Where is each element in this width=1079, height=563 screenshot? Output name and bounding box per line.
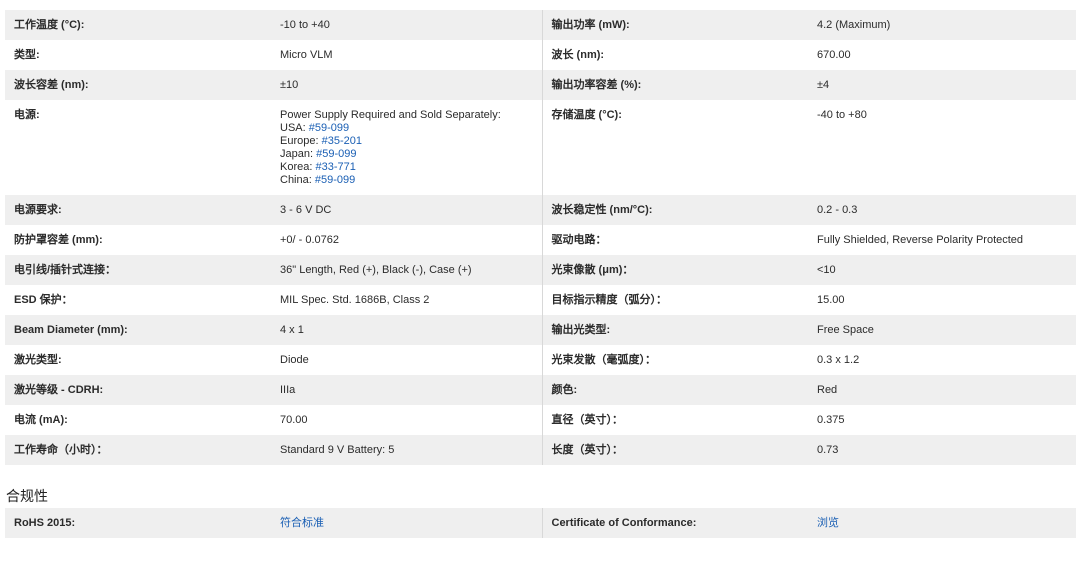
power-supply-link[interactable]: #59-099 — [315, 174, 355, 186]
spec-row: 激光等级 - CDRH: IIIa 颜色: Red — [5, 375, 1076, 405]
spec-row: Beam Diameter (mm): 4 x 1 输出光类型: Free Space — [5, 315, 1076, 345]
spec-label: 光束像散 (μm)： — [541, 255, 808, 285]
spec-row: 激光类型: Diode 光束发散（毫弧度）： 0.3 x 1.2 — [5, 345, 1076, 375]
power-supply-region: Korea: — [280, 161, 313, 173]
power-supply-link[interactable]: #59-099 — [309, 122, 349, 134]
power-supply-link[interactable]: #35-201 — [322, 135, 362, 147]
rohs-label: RoHS 2015: — [5, 508, 271, 538]
spec-value: Fully Shielded, Reverse Polarity Protect… — [808, 225, 1076, 255]
certificate-label: Certificate of Conformance: — [541, 508, 808, 538]
power-supply-link[interactable]: #59-099 — [316, 148, 356, 160]
power-supply-line: Europe: #35-201 — [280, 135, 542, 148]
spec-table: 工作温度 (°C): -10 to +40 输出功率 (mW): 4.2 (Maxim… — [5, 10, 1076, 465]
spec-label: 电引线/插针式连接： — [5, 255, 271, 285]
spec-value: 36" Length, Red (+), Black (-), Case (+) — [271, 255, 542, 285]
power-supply-line: Korea: #33-771 — [280, 161, 542, 174]
power-supply-region: USA: — [280, 122, 306, 134]
power-supply-line: Japan: #59-099 — [280, 148, 542, 161]
compliance-title: 合规性 — [6, 488, 48, 504]
spec-label: 工作温度 (°C): — [5, 10, 271, 40]
spec-value: 0.2 - 0.3 — [808, 195, 1076, 225]
spec-row: 电源要求: 3 - 6 V DC 波长稳定性 (nm/°C): 0.2 - 0.3 — [5, 195, 1076, 225]
spec-label: 电流 (mA): — [5, 405, 271, 435]
spec-value: 0.3 x 1.2 — [808, 345, 1076, 375]
spec-value: 0.375 — [808, 405, 1076, 435]
spec-label: Beam Diameter (mm): — [5, 315, 271, 345]
power-supply-line: USA: #59-099 — [280, 122, 542, 135]
spec-label: 直径（英寸）： — [541, 405, 808, 435]
spec-value: 4.2 (Maximum) — [808, 10, 1076, 40]
spec-value: MIL Spec. Std. 1686B, Class 2 — [271, 285, 542, 315]
spec-label: 类型: — [5, 40, 271, 70]
spec-label: 电源要求: — [5, 195, 271, 225]
power-supply-region: Europe: — [280, 135, 319, 147]
spec-label: 波长容差 (nm): — [5, 70, 271, 100]
spec-page: 工作温度 (°C): -10 to +40 输出功率 (mW): 4.2 (Maxim… — [0, 0, 1079, 563]
power-supply-line: China: #59-099 — [280, 174, 542, 187]
spec-label: 输出功率容差 (%): — [541, 70, 808, 100]
compliance-table: RoHS 2015: 符合标准 Certificate of Conforman… — [5, 508, 1076, 538]
power-supply-note: Power Supply Required and Sold Separatel… — [280, 109, 501, 121]
spec-row: ESD 保护： MIL Spec. Std. 1686B, Class 2 目标指示… — [5, 285, 1076, 315]
spec-label: 激光类型: — [5, 345, 271, 375]
spec-label: 存储温度 (°C): — [541, 100, 808, 195]
spec-row: 电源: Power Supply Required and Sold Separa… — [5, 100, 1076, 195]
spec-value: -40 to +80 — [808, 100, 1076, 195]
spec-value: Diode — [271, 345, 542, 375]
spec-row: 类型: Micro VLM 波长 (nm): 670.00 — [5, 40, 1076, 70]
spec-value: Free Space — [808, 315, 1076, 345]
spec-value: ±4 — [808, 70, 1076, 100]
spec-value: 3 - 6 V DC — [271, 195, 542, 225]
rohs-link[interactable]: 符合标准 — [280, 517, 324, 529]
spec-label: 激光等级 - CDRH: — [5, 375, 271, 405]
spec-label: ESD 保护： — [5, 285, 271, 315]
spec-label: 光束发散（毫弧度）： — [541, 345, 808, 375]
certificate-link[interactable]: 浏览 — [817, 517, 839, 529]
spec-value: +0/ - 0.0762 — [271, 225, 542, 255]
spec-label: 工作寿命（小时）： — [5, 435, 271, 465]
spec-value: 70.00 — [271, 405, 542, 435]
spec-row: 波长容差 (nm): ±10 输出功率容差 (%): ±4 — [5, 70, 1076, 100]
power-supply-link[interactable]: #33-771 — [315, 161, 355, 173]
spec-value: -10 to +40 — [271, 10, 542, 40]
spec-row: 电流 (mA): 70.00 直径（英寸）： 0.375 — [5, 405, 1076, 435]
spec-row: 电引线/插针式连接： 36" Length, Red (+), Black (-)… — [5, 255, 1076, 285]
spec-value: Red — [808, 375, 1076, 405]
spec-label: 防护罩容差 (mm): — [5, 225, 271, 255]
spec-value: Standard 9 V Battery: 5 — [271, 435, 542, 465]
spec-row: 防护罩容差 (mm): +0/ - 0.0762 驱动电路： Fully Shield… — [5, 225, 1076, 255]
spec-value: Power Supply Required and Sold Separatel… — [271, 100, 542, 195]
spec-value: <10 — [808, 255, 1076, 285]
spec-label: 波长 (nm): — [541, 40, 808, 70]
power-supply-region: Japan: — [280, 148, 314, 160]
spec-value: 0.73 — [808, 435, 1076, 465]
spec-label: 输出功率 (mW): — [541, 10, 808, 40]
spec-label: 输出光类型: — [541, 315, 808, 345]
spec-value: 15.00 — [808, 285, 1076, 315]
spec-value: Micro VLM — [271, 40, 542, 70]
spec-label: 电源: — [5, 100, 271, 195]
spec-row: 工作温度 (°C): -10 to +40 输出功率 (mW): 4.2 (Maxim… — [5, 10, 1076, 40]
compliance-row: RoHS 2015: 符合标准 Certificate of Conforman… — [5, 508, 1076, 538]
spec-value: 670.00 — [808, 40, 1076, 70]
spec-value: IIIa — [271, 375, 542, 405]
spec-row: 工作寿命（小时）： Standard 9 V Battery: 5 长度（英寸）： 0… — [5, 435, 1076, 465]
spec-label: 驱动电路： — [541, 225, 808, 255]
spec-value: ±10 — [271, 70, 542, 100]
power-supply-region: China: — [280, 174, 312, 186]
spec-label: 波长稳定性 (nm/°C): — [541, 195, 808, 225]
spec-value: 4 x 1 — [271, 315, 542, 345]
spec-label: 目标指示精度（弧分）： — [541, 285, 808, 315]
spec-label: 长度（英寸）： — [541, 435, 808, 465]
spec-label: 颜色: — [541, 375, 808, 405]
